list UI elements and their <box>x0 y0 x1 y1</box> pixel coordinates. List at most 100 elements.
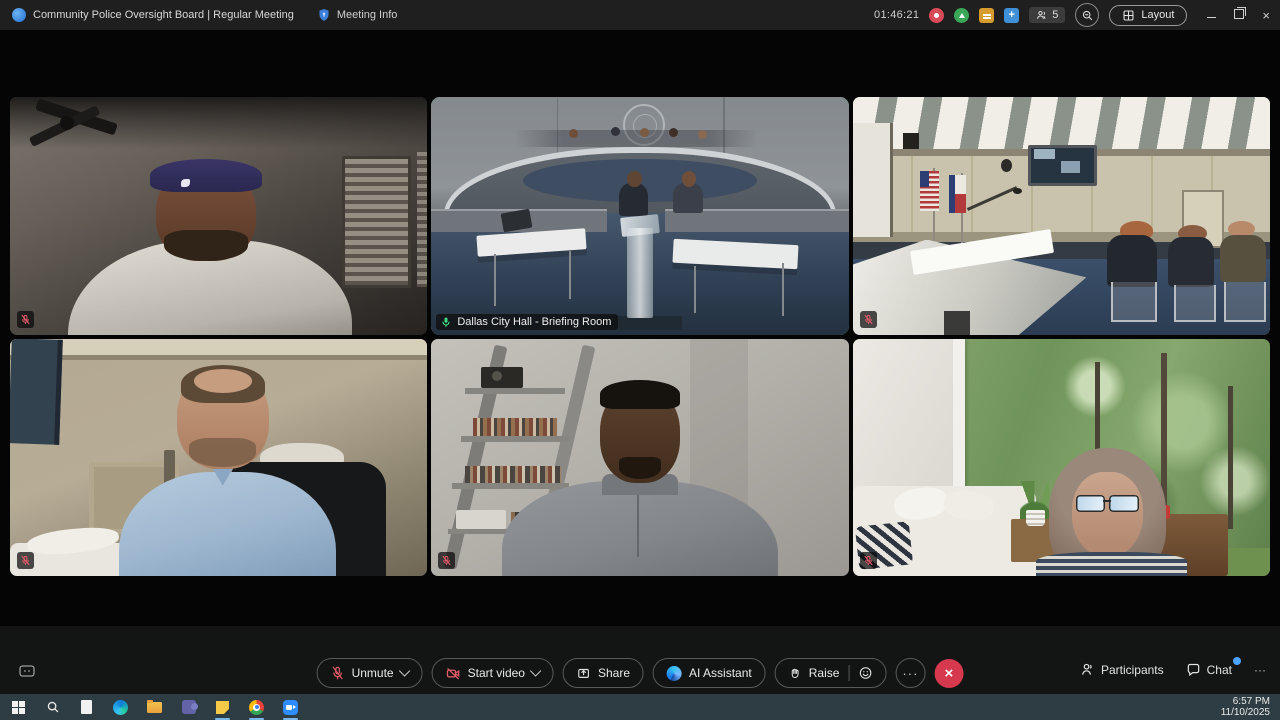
glass-podium <box>627 227 653 318</box>
chat-button[interactable]: Chat <box>1186 657 1241 677</box>
video-tile-participant-5[interactable] <box>431 338 849 576</box>
folding-chair <box>1111 282 1158 323</box>
raise-reactions-group: Raise <box>774 658 887 688</box>
share-label: Share <box>597 666 631 680</box>
recording-indicator-icon[interactable] <box>929 7 945 23</box>
control-buttons-group: Unmute Start video Share AI Assistant Ra… <box>316 658 964 688</box>
wall-panel-line <box>723 97 725 159</box>
file-explorer-icon <box>147 699 162 713</box>
recording-dot <box>934 12 940 18</box>
mic-off-icon <box>864 555 873 566</box>
captions-button[interactable] <box>18 662 36 685</box>
chat-alert-icon[interactable] <box>979 7 995 23</box>
more-panels-button[interactable]: ··· <box>1254 663 1266 677</box>
ceiling <box>10 338 428 356</box>
video-scene <box>431 97 849 335</box>
seated-council-row <box>514 130 757 147</box>
muted-mic-badge <box>859 552 877 569</box>
chrome-icon <box>249 699 264 715</box>
chat-icon <box>1187 663 1199 677</box>
window-controls: × <box>1207 6 1270 23</box>
plant-pot <box>1025 509 1045 527</box>
start-button[interactable] <box>10 699 27 716</box>
baseball-cap <box>149 158 263 192</box>
meeting-title: Community Police Oversight Board | Regul… <box>33 9 294 21</box>
participants-count-value: 5 <box>1052 9 1059 21</box>
reactions-smiley-icon[interactable] <box>858 666 872 680</box>
seated-speaker-torso <box>673 182 703 214</box>
shelf <box>464 388 565 395</box>
video-scene <box>10 338 428 576</box>
captions-icon <box>19 665 35 677</box>
taskbar-notepad-button[interactable] <box>78 699 95 716</box>
officer-torso <box>1167 237 1214 287</box>
taskbar-edge-button[interactable] <box>112 699 129 716</box>
restore-button[interactable] <box>1234 6 1247 22</box>
taskbar-zoom-button[interactable] <box>282 699 299 720</box>
taskbar-teams-button[interactable] <box>180 699 198 716</box>
zoom-magnifier-button[interactable] <box>1075 3 1100 27</box>
live-stream-icon[interactable] <box>954 7 970 23</box>
clock-time: 6:57 PM <box>1232 696 1270 707</box>
mic-off-icon <box>21 314 30 324</box>
tree-trunk <box>1228 386 1234 529</box>
video-tile-participant-6[interactable] <box>852 338 1270 576</box>
taskbar-explorer-button[interactable] <box>146 699 163 716</box>
participants-count[interactable]: 5 <box>1029 7 1066 23</box>
shelf <box>452 483 570 490</box>
muted-mic-badge <box>17 310 34 328</box>
close-button[interactable]: × <box>1262 8 1270 23</box>
monitor <box>10 338 63 444</box>
taskbar-clock[interactable]: 6:57 PM 11/10/2025 <box>1221 696 1280 718</box>
minimize-button[interactable] <box>1207 9 1217 21</box>
unmute-options-chevron[interactable] <box>398 665 411 677</box>
white-box <box>456 509 507 529</box>
zoom-taskbar-icon <box>283 699 298 715</box>
layout-label: Layout <box>1141 9 1175 21</box>
ceiling-trim <box>10 355 428 360</box>
title-bar-left: Community Police Oversight Board | Regul… <box>0 8 397 22</box>
raise-label[interactable]: Raise <box>809 666 840 680</box>
taskbar-stickynotes-button[interactable] <box>214 699 231 720</box>
open-app-indicator <box>249 717 264 720</box>
taskbar-chrome-button[interactable] <box>248 699 265 720</box>
participants-button[interactable]: Participants <box>1080 662 1164 677</box>
video-tile-participant-1[interactable] <box>10 97 428 335</box>
layout-button[interactable]: Layout <box>1109 4 1188 26</box>
muted-mic-badge <box>17 552 34 569</box>
title-bar-right: 01:46:21 + 5 Layout × <box>874 3 1280 27</box>
council-member-head <box>639 127 649 137</box>
security-shield-icon <box>319 9 329 21</box>
start-video-button[interactable]: Start video <box>431 658 554 688</box>
taskbar-search-button[interactable] <box>44 699 61 716</box>
share-button[interactable]: Share <box>562 658 645 688</box>
pill-divider <box>848 665 850 681</box>
window-blinds-edge <box>416 151 428 287</box>
leave-meeting-button[interactable]: × <box>934 658 964 688</box>
participants-icon <box>1081 663 1092 675</box>
share-screen-icon <box>578 668 590 678</box>
open-app-indicator <box>283 717 298 720</box>
camera-lens <box>491 370 502 381</box>
taskbar-icons <box>0 699 299 720</box>
more-options-button[interactable]: ··· <box>895 658 926 688</box>
chat-alert-lines <box>982 14 991 16</box>
table-leg <box>781 263 784 316</box>
participant-name: Dallas City Hall - Briefing Room <box>457 315 612 328</box>
wall-panel-line <box>556 97 559 159</box>
edge-browser-icon <box>113 699 128 715</box>
video-tile-participant-4[interactable] <box>10 338 428 576</box>
video-options-chevron[interactable] <box>530 665 542 677</box>
unmute-button[interactable]: Unmute <box>316 658 423 688</box>
video-tile-conference-room[interactable] <box>852 97 1270 335</box>
video-tile-dallas-city-hall[interactable]: Dallas City Hall - Briefing Room <box>431 97 849 335</box>
table-leg <box>569 251 572 299</box>
ai-assistant-button[interactable]: AI Assistant <box>653 658 766 688</box>
open-app-indicator <box>215 717 230 720</box>
receding-hairline <box>193 369 253 394</box>
chat-notification-dot <box>1233 657 1241 665</box>
notes-alert-icon[interactable]: + <box>1004 7 1020 23</box>
meeting-info-button[interactable]: Meeting Info <box>317 8 397 22</box>
people-icon <box>1037 10 1046 19</box>
sweater-zip <box>637 495 640 557</box>
